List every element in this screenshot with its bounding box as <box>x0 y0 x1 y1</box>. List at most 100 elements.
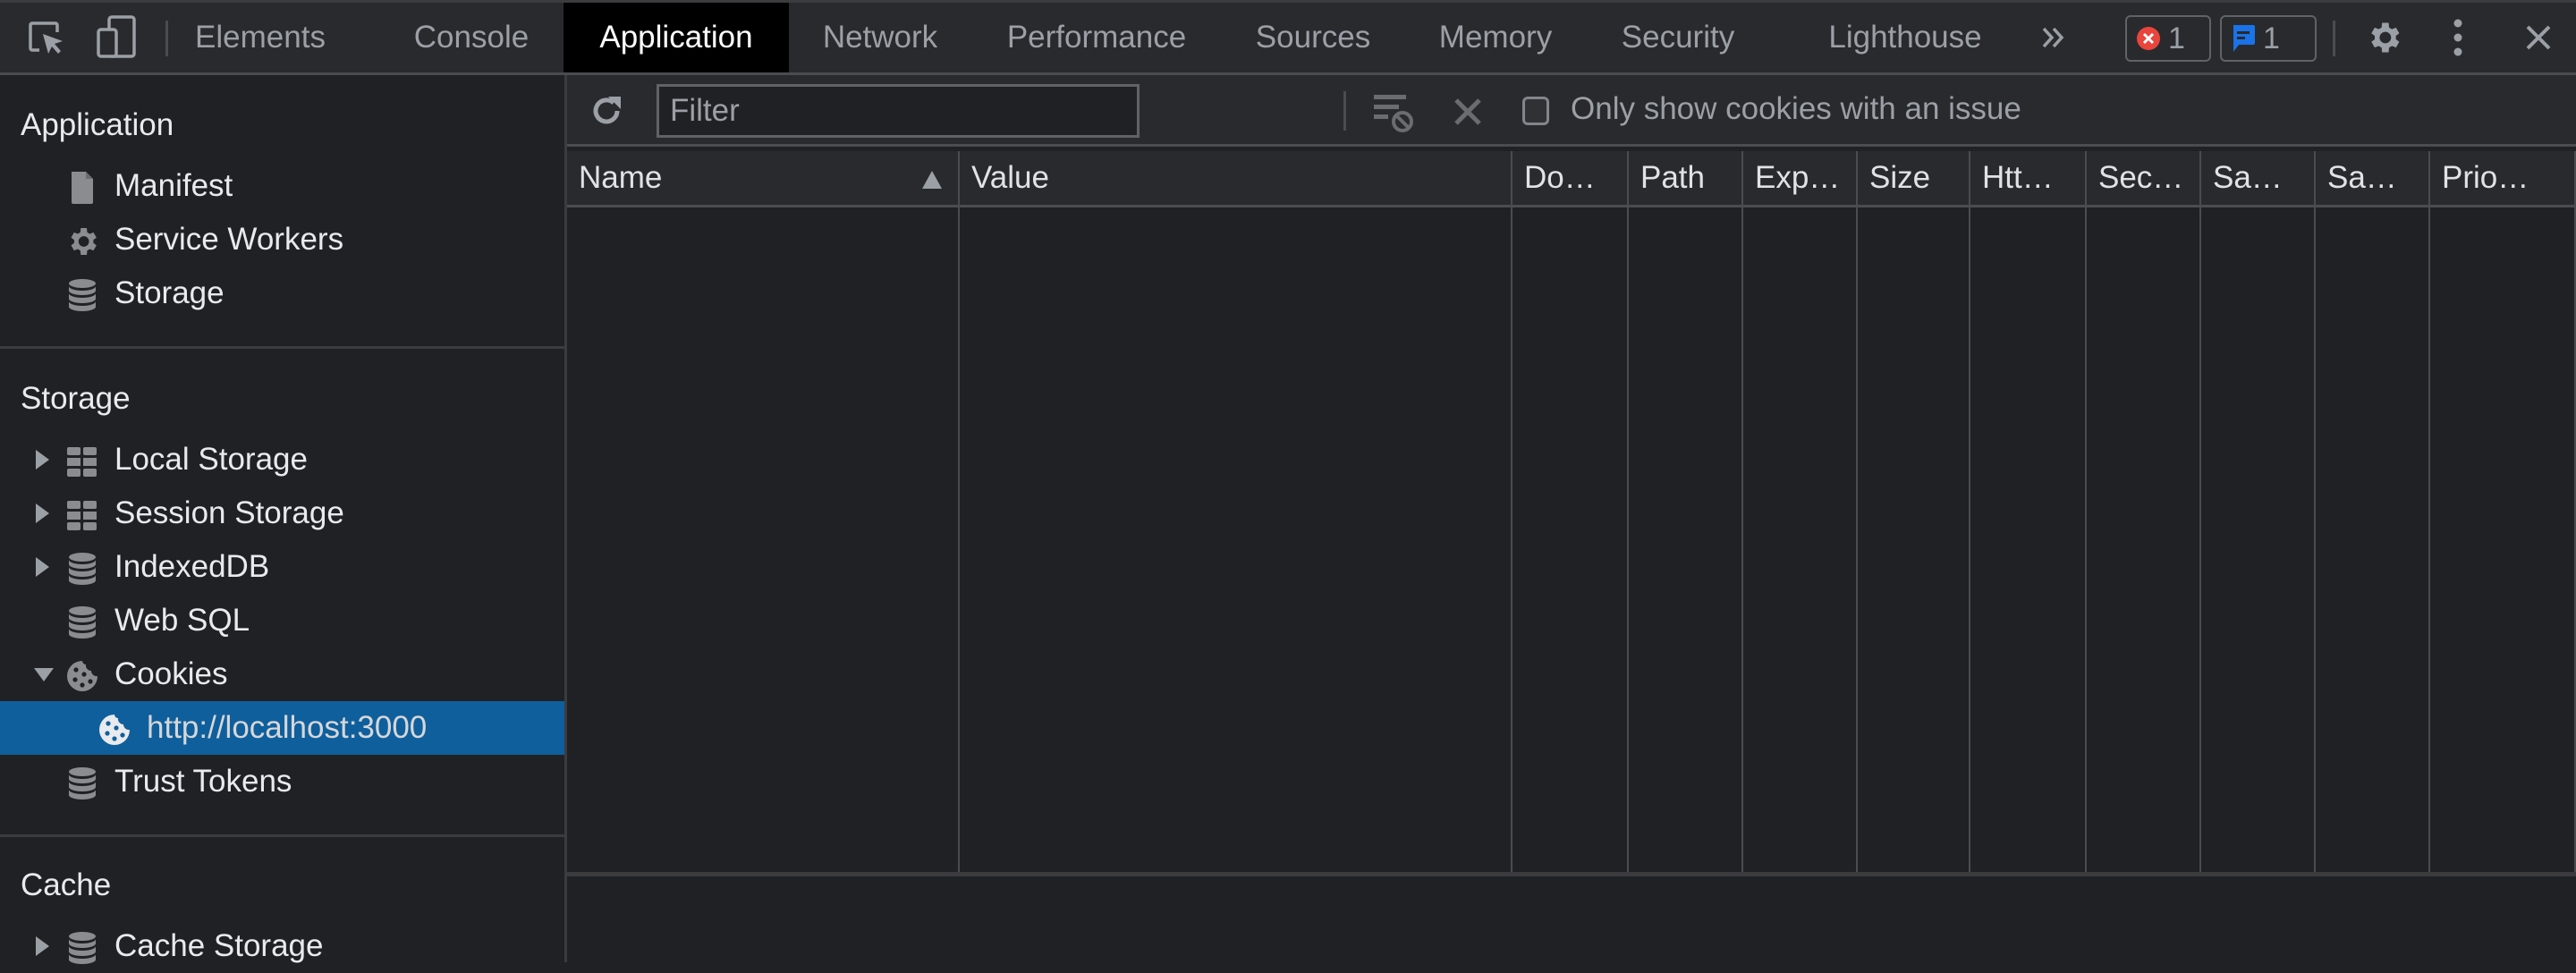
tab-network[interactable]: Network <box>789 3 971 72</box>
section-divider <box>0 346 564 349</box>
refresh-icon[interactable] <box>587 91 626 131</box>
database-icon <box>69 932 96 964</box>
tab-sources[interactable]: Sources <box>1222 3 1404 72</box>
column-label: Sa… <box>2213 160 2283 195</box>
message-count: 1 <box>2263 21 2280 55</box>
tab-application[interactable]: Application <box>564 3 789 72</box>
column-header-secure[interactable]: Sec… <box>2087 151 2199 205</box>
expand-arrow-icon[interactable] <box>36 936 49 956</box>
column-resize-handle[interactable] <box>2314 151 2316 872</box>
column-label: Prio… <box>2442 160 2529 195</box>
sidebar-item-label: Cookies <box>114 656 228 691</box>
sidebar-item-label: Local Storage <box>114 442 308 477</box>
expand-arrow-icon[interactable] <box>36 503 49 523</box>
cookies-table: Name Value Do… Path Exp… Size Htt… Sec… … <box>567 151 2576 872</box>
sidebar-item-trust-tokens[interactable]: Trust Tokens <box>0 755 564 808</box>
sidebar-item-indexeddb[interactable]: IndexedDB <box>0 540 564 594</box>
only-issues-checkbox[interactable] <box>1522 97 1549 125</box>
section-title-application: Application <box>21 107 174 142</box>
database-icon <box>69 767 96 800</box>
error-icon <box>2137 27 2160 50</box>
column-header-value[interactable]: Value <box>960 151 1511 205</box>
column-header-priority[interactable]: Prio… <box>2430 151 2576 205</box>
column-resize-handle[interactable] <box>958 151 960 872</box>
expand-arrow-icon[interactable] <box>36 557 49 577</box>
toolbar-divider <box>2333 21 2335 56</box>
only-issues-label: Only show cookies with an issue <box>1571 91 2021 126</box>
inspect-element-icon[interactable] <box>21 3 72 72</box>
sidebar-item-local-storage[interactable]: Local Storage <box>0 433 564 486</box>
database-icon <box>69 279 96 311</box>
tab-security[interactable]: Security <box>1587 3 1769 72</box>
tab-elements[interactable]: Elements <box>186 3 335 72</box>
chevrons-right-icon[interactable] <box>2034 3 2073 72</box>
sort-ascending-icon <box>922 171 942 189</box>
column-header-size[interactable]: Size <box>1858 151 1969 205</box>
column-label: Name <box>579 160 663 195</box>
column-label: Value <box>971 160 1049 195</box>
gear-icon[interactable] <box>2361 3 2406 72</box>
collapse-arrow-icon[interactable] <box>34 668 54 681</box>
tab-memory[interactable]: Memory <box>1404 3 1587 72</box>
column-header-expires[interactable]: Exp… <box>1743 151 1856 205</box>
tab-performance[interactable]: Performance <box>971 3 1222 72</box>
sidebar-item-cookies-localhost[interactable]: http://localhost:3000 <box>0 701 564 755</box>
close-icon[interactable] <box>2519 3 2558 72</box>
document-icon <box>72 172 93 204</box>
column-label: Sec… <box>2098 160 2184 195</box>
sidebar-item-label: Storage <box>114 275 225 310</box>
devtools-tab-bar: Elements Console Application Network Per… <box>0 0 2576 75</box>
column-header-samesite[interactable]: Sa… <box>2201 151 2314 205</box>
tab-lighthouse[interactable]: Lighthouse <box>1798 3 2012 72</box>
filter-clear-icon[interactable] <box>1370 89 1415 134</box>
sidebar-item-cache-storage[interactable]: Cache Storage <box>0 919 564 973</box>
device-toolbar-icon[interactable] <box>91 3 141 72</box>
column-resize-handle[interactable] <box>1627 151 1629 872</box>
column-resize-handle[interactable] <box>2199 151 2201 872</box>
database-icon <box>69 606 96 639</box>
sidebar-item-web-sql[interactable]: Web SQL <box>0 594 564 647</box>
sidebar-item-label: Service Workers <box>114 222 344 257</box>
database-icon <box>69 553 96 585</box>
sidebar-item-label: http://localhost:3000 <box>147 710 428 745</box>
toolbar-divider <box>165 21 168 56</box>
column-resize-handle[interactable] <box>2428 151 2430 872</box>
column-header-httponly[interactable]: Htt… <box>1970 151 2085 205</box>
expand-arrow-icon[interactable] <box>36 450 49 470</box>
sidebar-item-label: Trust Tokens <box>114 764 292 799</box>
table-header: Name Value Do… Path Exp… Size Htt… Sec… … <box>567 151 2576 207</box>
cookies-panel: Only show cookies with an issue Name Val… <box>567 75 2576 963</box>
cookie-icon <box>67 661 97 691</box>
tab-console[interactable]: Console <box>379 3 564 72</box>
kebab-menu-icon[interactable] <box>2438 3 2478 72</box>
column-resize-handle[interactable] <box>1856 151 1858 872</box>
sidebar-item-label: Web SQL <box>114 603 250 638</box>
column-header-path[interactable]: Path <box>1629 151 1741 205</box>
column-header-name[interactable]: Name <box>567 151 958 205</box>
column-label: Exp… <box>1755 160 1841 195</box>
error-count-badge[interactable]: 1 <box>2125 15 2211 62</box>
sidebar-item-label: IndexedDB <box>114 549 270 584</box>
gear-icon <box>71 228 97 255</box>
sidebar-item-manifest[interactable]: Manifest <box>0 159 564 213</box>
application-sidebar: Application Manifest Service Workers Sto… <box>0 75 567 964</box>
column-resize-handle[interactable] <box>2085 151 2087 872</box>
column-resize-handle[interactable] <box>1969 151 1970 872</box>
column-header-sameparty[interactable]: Sa… <box>2316 151 2428 205</box>
column-resize-handle[interactable] <box>1511 151 1513 872</box>
sidebar-item-cookies[interactable]: Cookies <box>0 647 564 701</box>
column-label: Do… <box>1524 160 1596 195</box>
section-title-storage: Storage <box>21 381 131 416</box>
delete-x-icon[interactable] <box>1453 97 1483 127</box>
cookie-icon <box>99 715 130 745</box>
column-header-domain[interactable]: Do… <box>1513 151 1627 205</box>
column-resize-handle[interactable] <box>1741 151 1743 872</box>
sidebar-item-storage[interactable]: Storage <box>0 267 564 320</box>
column-label: Path <box>1640 160 1705 195</box>
column-label: Size <box>1869 160 1931 195</box>
filter-input[interactable] <box>657 84 1140 138</box>
toolbar-divider <box>1343 91 1346 131</box>
sidebar-item-service-workers[interactable]: Service Workers <box>0 213 564 267</box>
sidebar-item-session-storage[interactable]: Session Storage <box>0 486 564 540</box>
message-count-badge[interactable]: 1 <box>2220 15 2317 62</box>
